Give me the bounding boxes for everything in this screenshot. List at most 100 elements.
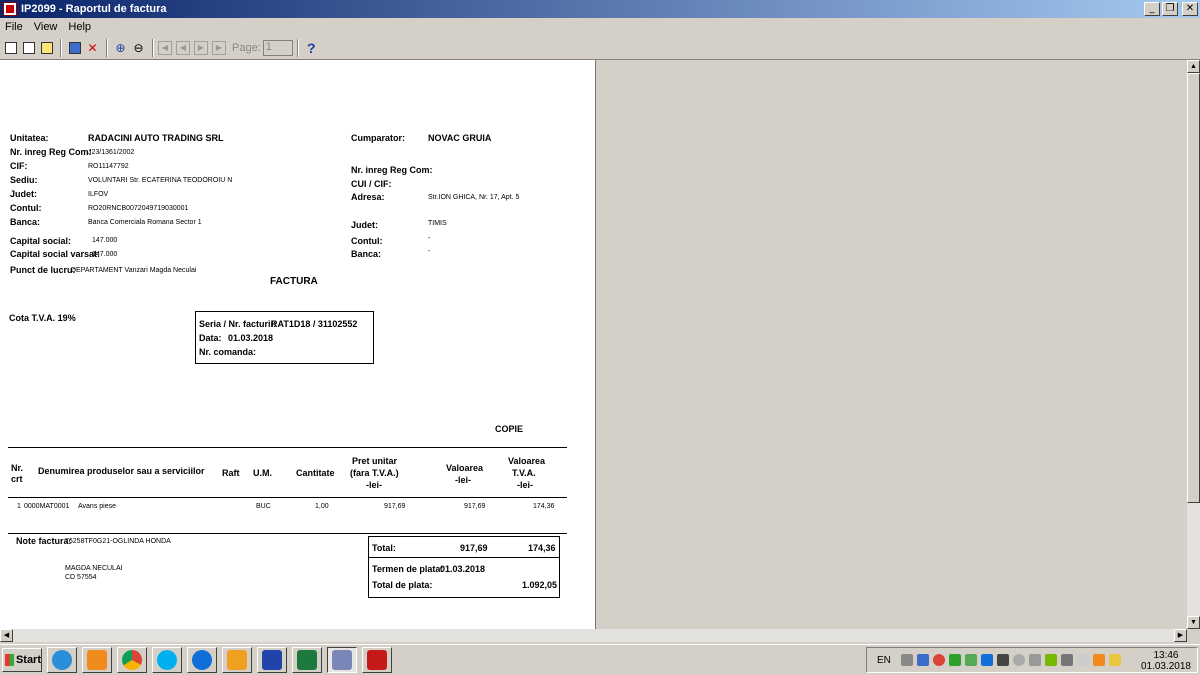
taskbar-acrobat[interactable] — [362, 647, 392, 673]
app-icon — [262, 650, 282, 670]
order-label: Nr. comanda: — [199, 347, 257, 357]
taskbar-app[interactable] — [257, 647, 287, 673]
close-button[interactable]: ✕ — [1182, 2, 1198, 16]
skype-icon — [157, 650, 177, 670]
row-quantity: 1,00 — [315, 503, 329, 510]
chrome-tray-icon[interactable] — [932, 654, 945, 666]
first-page-icon[interactable]: ◀ — [158, 40, 172, 55]
window-controls: _ ❐ ✕ — [1144, 2, 1198, 16]
title-bar: IP2099 - Raportul de factura _ ❐ ✕ — [0, 0, 1200, 18]
window-title: IP2099 - Raportul de factura — [21, 3, 167, 15]
export-icon[interactable] — [38, 39, 55, 56]
toolbar-separator — [296, 38, 299, 57]
seller-sediu: VOLUNTARI Str. ECATERINA TEODOROIU N — [88, 177, 233, 184]
language-indicator[interactable]: EN — [877, 655, 891, 666]
security-icon[interactable] — [996, 654, 1009, 666]
col-pret-3: -lei- — [366, 480, 383, 490]
chrome-icon — [122, 650, 142, 670]
taskbar-ie[interactable] — [47, 647, 77, 673]
col-denumire: Denumirea produselor sau a serviciilor — [38, 466, 205, 476]
office-icon[interactable] — [1092, 654, 1105, 666]
taskbar-skype[interactable] — [152, 647, 182, 673]
table-header-rule — [8, 497, 567, 498]
seller-banca-label: Banca: — [10, 217, 41, 227]
total-payment: 1.092,05 — [522, 580, 558, 590]
seller-capital: 147.000 — [92, 237, 118, 244]
invoice-date: 01.03.2018 — [228, 333, 274, 343]
clock[interactable]: 13:46 01.03.2018 — [1141, 650, 1191, 672]
shield-icon[interactable] — [1012, 654, 1025, 666]
restore-button[interactable]: ❐ — [1162, 2, 1178, 16]
next-page-icon[interactable]: ▶ — [194, 40, 208, 55]
document-title: FACTURA — [270, 276, 318, 287]
scroll-up-icon[interactable]: ▲ — [1187, 60, 1200, 73]
taskbar-media-player[interactable] — [82, 647, 112, 673]
start-button[interactable]: Start — [2, 648, 42, 672]
skype-tray-icon[interactable] — [948, 654, 961, 666]
table-bottom-rule — [8, 533, 567, 534]
toolbar-separator — [60, 38, 62, 57]
minimize-button[interactable]: _ — [1144, 2, 1160, 16]
series-label: Seria / Nr. facturii: — [199, 319, 277, 329]
zoom-out-icon[interactable]: ⊖ — [130, 39, 147, 56]
vertical-scrollbar[interactable]: ▲ ▼ — [1187, 60, 1200, 629]
previous-page-icon[interactable]: ◀ — [176, 40, 190, 55]
taskbar-outlook[interactable] — [222, 647, 252, 673]
menu-view[interactable]: View — [29, 21, 64, 33]
app-icon — [3, 2, 17, 16]
col-pret-2: (fara T.V.A.) — [350, 468, 399, 478]
col-raft: Raft — [222, 468, 240, 478]
scroll-right-icon[interactable]: ▶ — [1174, 629, 1187, 642]
taskbar-excel[interactable] — [292, 647, 322, 673]
last-page-icon[interactable]: ▶ — [212, 40, 226, 55]
zoom-in-icon[interactable]: ⊕ — [112, 39, 129, 56]
vertical-scroll-thumb[interactable] — [1187, 73, 1200, 503]
refresh-icon[interactable] — [66, 39, 83, 56]
scroll-down-icon[interactable]: ▼ — [1187, 616, 1200, 629]
report-icon — [332, 650, 352, 670]
update-icon[interactable] — [964, 654, 977, 666]
seller-judet-label: Judet: — [10, 189, 37, 199]
close-report-icon[interactable]: ✕ — [84, 39, 101, 56]
media-player-icon — [87, 650, 107, 670]
series-number: RAT1D18 / 31102552 — [271, 319, 358, 329]
taskbar-chrome[interactable] — [117, 647, 147, 673]
seller-capital-label: Capital social: — [10, 236, 72, 246]
total-payment-label: Total de plata: — [372, 580, 433, 590]
menu-file[interactable]: File — [0, 21, 29, 33]
nvidia-icon[interactable] — [1044, 654, 1057, 666]
seller-judet: ILFOV — [88, 191, 109, 198]
row-unit-price: 917,69 — [384, 503, 406, 510]
taskbar-report[interactable] — [327, 647, 357, 673]
print-icon[interactable] — [2, 39, 19, 56]
taskbar: Start EN 13:46 01.03.2018 — [0, 644, 1200, 675]
help-icon[interactable]: ? — [303, 39, 320, 56]
tray-app-icon[interactable] — [916, 654, 929, 666]
volume-icon[interactable] — [1028, 654, 1041, 666]
seller-unit-label: Unitatea: — [10, 133, 49, 143]
outlook-icon — [227, 650, 247, 670]
menu-help[interactable]: Help — [63, 21, 97, 33]
col-valoare-2: -lei- — [455, 475, 472, 485]
page-input[interactable]: 1 — [262, 39, 293, 56]
message-icon[interactable] — [1108, 654, 1121, 666]
buyer-reg-com-label: Nr. inreg Reg Com: — [351, 165, 433, 175]
seller-contul-label: Contul: — [10, 203, 42, 213]
teamviewer-tray-icon[interactable] — [980, 654, 993, 666]
taskbar-teamviewer[interactable] — [187, 647, 217, 673]
buyer-judet-label: Judet: — [351, 220, 378, 230]
horizontal-scrollbar[interactable]: ◀ ▶ — [0, 629, 1187, 642]
acrobat-icon — [367, 650, 387, 670]
buyer-adresa-label: Adresa: — [351, 192, 385, 202]
buyer-contul: - — [428, 235, 431, 242]
flag-icon[interactable] — [1076, 654, 1089, 666]
print-setup-icon[interactable] — [20, 39, 37, 56]
display-icon[interactable] — [1060, 654, 1073, 666]
note-text: 76258TF0G21-OGLINDA HONDA — [65, 538, 171, 545]
totals-divider — [368, 557, 560, 558]
tva-rate: Cota T.V.A. 19% — [9, 313, 76, 323]
col-tva-1: Valoarea — [508, 456, 546, 466]
network-icon[interactable] — [900, 654, 913, 666]
scroll-left-icon[interactable]: ◀ — [0, 629, 13, 642]
internet-explorer-icon — [52, 650, 72, 670]
